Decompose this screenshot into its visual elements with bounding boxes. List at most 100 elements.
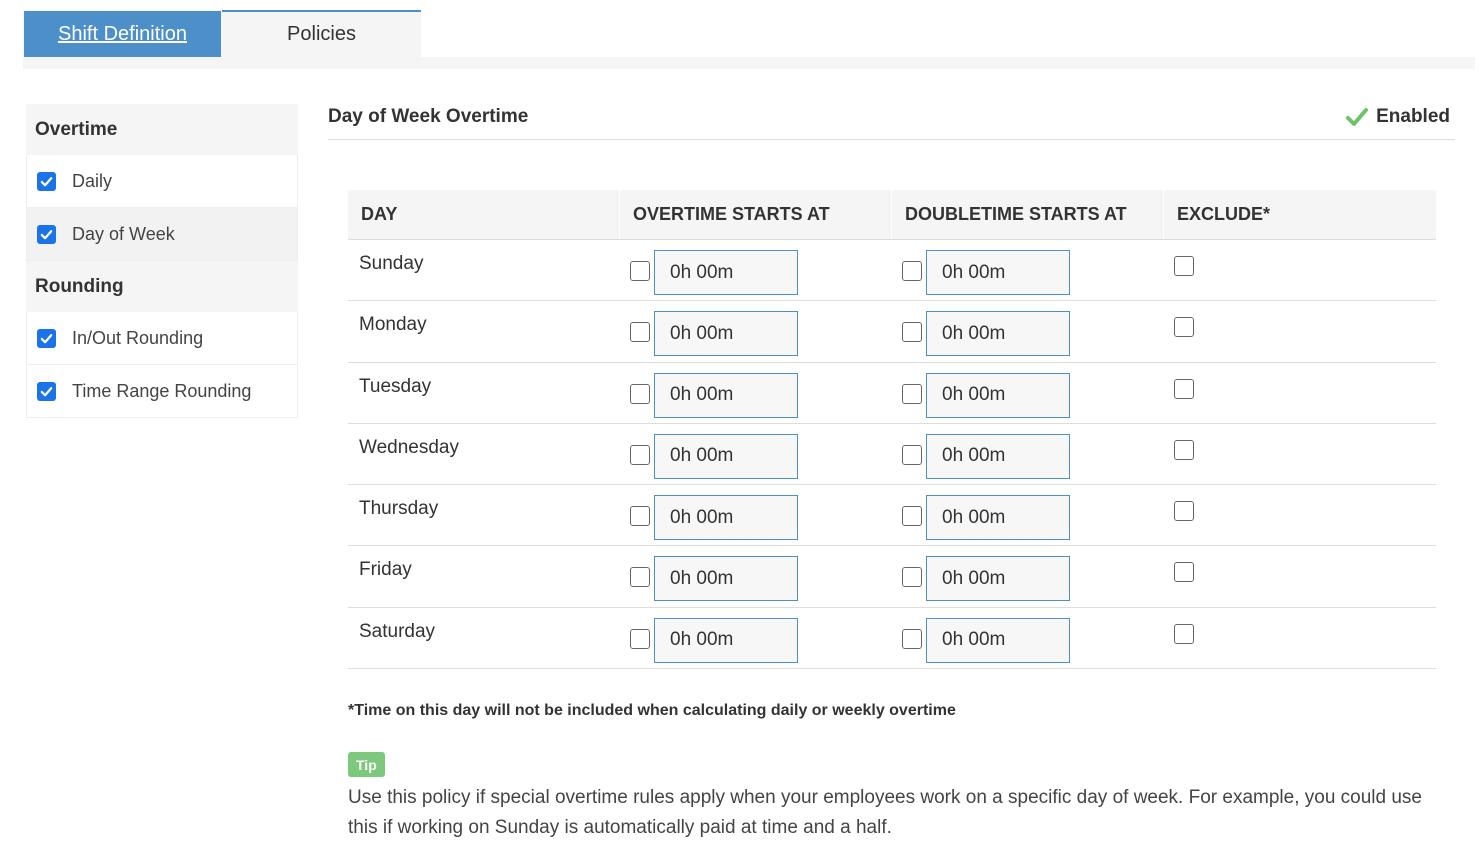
doubletime-cell — [892, 240, 1164, 300]
overtime-enable-checkbox[interactable] — [630, 506, 650, 527]
sidebar-section-rounding: Rounding — [26, 261, 298, 312]
exclude-cell — [1164, 240, 1436, 300]
exclude-checkbox[interactable] — [1174, 256, 1194, 276]
sidebar-item-daily[interactable]: Daily — [26, 155, 298, 208]
divider — [328, 139, 1455, 140]
day-cell: Tuesday — [348, 363, 620, 423]
exclude-checkbox[interactable] — [1174, 378, 1194, 399]
doubletime-time-input[interactable] — [926, 495, 1070, 541]
sidebar-item-label: Daily — [72, 170, 113, 191]
overtime-time-input[interactable] — [654, 556, 798, 602]
exclude-cell — [1164, 363, 1436, 423]
table-body: Sunday Monday Tuesday Wednesday Thursday Frid… — [348, 240, 1436, 670]
overtime-time-input[interactable] — [654, 372, 798, 418]
sidebar-item-day-of-week[interactable]: Day of Week — [26, 208, 298, 261]
overtime-cell — [620, 363, 892, 423]
doubletime-cell — [892, 363, 1164, 423]
overtime-time-input[interactable] — [654, 311, 798, 357]
doubletime-time-input[interactable] — [926, 311, 1070, 357]
doubletime-time-input[interactable] — [926, 617, 1070, 663]
day-cell: Saturday — [348, 608, 620, 668]
overtime-time-input[interactable] — [654, 495, 798, 541]
column-header-overtime: OVERTIME STARTS AT — [620, 190, 892, 239]
overtime-enable-checkbox[interactable] — [630, 444, 650, 465]
overtime-cell — [620, 546, 892, 606]
overtime-time-input[interactable] — [654, 433, 798, 479]
exclude-checkbox[interactable] — [1174, 562, 1194, 583]
day-label: Monday — [359, 314, 427, 336]
doubletime-enable-checkbox[interactable] — [902, 261, 922, 281]
column-header-exclude: EXCLUDE* — [1177, 204, 1271, 224]
day-label: Thursday — [359, 498, 439, 520]
checked-checkbox-icon[interactable] — [37, 328, 56, 348]
column-header-doubletime: DOUBLETIME STARTS AT — [892, 190, 1164, 239]
sidebar-item-time-range-rounding[interactable]: Time Range Rounding — [26, 365, 298, 418]
checked-checkbox-icon[interactable] — [37, 171, 56, 191]
sidebar-section-overtime: Overtime — [26, 104, 298, 155]
overtime-cell — [620, 608, 892, 668]
doubletime-enable-checkbox[interactable] — [902, 444, 922, 465]
day-label: Tuesday — [359, 375, 432, 397]
tip-badge: Tip — [348, 752, 385, 777]
overtime-cell — [620, 301, 892, 361]
overtime-enable-checkbox[interactable] — [630, 628, 650, 649]
overtime-time-input[interactable] — [654, 250, 798, 295]
tab-shift-definition[interactable]: Shift Definition — [24, 11, 221, 57]
sidebar-item-label: Day of Week — [72, 223, 175, 244]
exclude-cell — [1164, 485, 1436, 545]
overtime-enable-checkbox[interactable] — [630, 261, 650, 281]
doubletime-cell — [892, 546, 1164, 606]
overtime-cell — [620, 424, 892, 484]
table-row: Friday — [348, 546, 1436, 608]
day-of-week-table: DAY OVERTIME STARTS AT DOUBLETIME STARTS… — [348, 190, 1436, 670]
exclude-checkbox[interactable] — [1174, 623, 1194, 644]
panel-title: Day of Week Overtime — [328, 106, 529, 127]
exclude-checkbox[interactable] — [1174, 439, 1194, 460]
doubletime-enable-checkbox[interactable] — [902, 506, 922, 527]
day-cell: Wednesday — [348, 424, 620, 484]
policy-sidebar: Overtime Daily Day of Week Rounding In/O… — [26, 104, 298, 418]
exclude-cell — [1164, 608, 1436, 668]
sidebar-item-label: In/Out Rounding — [72, 327, 204, 348]
doubletime-enable-checkbox[interactable] — [902, 567, 922, 588]
overtime-cell — [620, 485, 892, 545]
day-label: Sunday — [359, 253, 424, 274]
doubletime-enable-checkbox[interactable] — [902, 322, 922, 343]
exclude-cell — [1164, 546, 1436, 606]
exclude-checkbox[interactable] — [1174, 501, 1194, 522]
tab-policies[interactable]: Policies — [222, 10, 421, 57]
checked-checkbox-icon[interactable] — [37, 381, 56, 401]
day-label: Saturday — [359, 620, 436, 642]
doubletime-time-input[interactable] — [926, 250, 1070, 295]
table-row: Saturday — [348, 608, 1436, 670]
exclude-cell — [1164, 301, 1436, 361]
day-cell: Monday — [348, 301, 620, 361]
checked-checkbox-icon[interactable] — [37, 224, 56, 244]
doubletime-cell — [892, 424, 1164, 484]
doubletime-time-input[interactable] — [926, 556, 1070, 602]
table-row: Wednesday — [348, 424, 1436, 486]
enabled-status: Enabled — [1346, 106, 1450, 128]
overtime-enable-checkbox[interactable] — [630, 322, 650, 343]
doubletime-cell — [892, 301, 1164, 361]
day-label: Friday — [359, 559, 412, 581]
overtime-cell — [620, 240, 892, 300]
doubletime-time-input[interactable] — [926, 433, 1070, 479]
table-row: Tuesday — [348, 363, 1436, 424]
exclude-checkbox[interactable] — [1174, 317, 1194, 338]
overtime-enable-checkbox[interactable] — [630, 383, 650, 404]
day-cell: Friday — [348, 546, 620, 606]
checkmark-icon — [1346, 108, 1369, 126]
column-header-day: DAY — [348, 190, 620, 239]
overtime-time-input[interactable] — [654, 617, 798, 663]
exclude-cell — [1164, 424, 1436, 484]
day-label: Wednesday — [359, 436, 459, 458]
overtime-enable-checkbox[interactable] — [630, 567, 650, 588]
table-row: Sunday — [348, 240, 1436, 302]
doubletime-time-input[interactable] — [926, 372, 1070, 418]
sidebar-item-in-out-rounding[interactable]: In/Out Rounding — [26, 312, 298, 365]
exclude-footnote: *Time on this day will not be included w… — [348, 702, 956, 719]
enabled-label: Enabled — [1376, 106, 1450, 127]
doubletime-enable-checkbox[interactable] — [902, 383, 922, 404]
doubletime-enable-checkbox[interactable] — [902, 628, 922, 649]
